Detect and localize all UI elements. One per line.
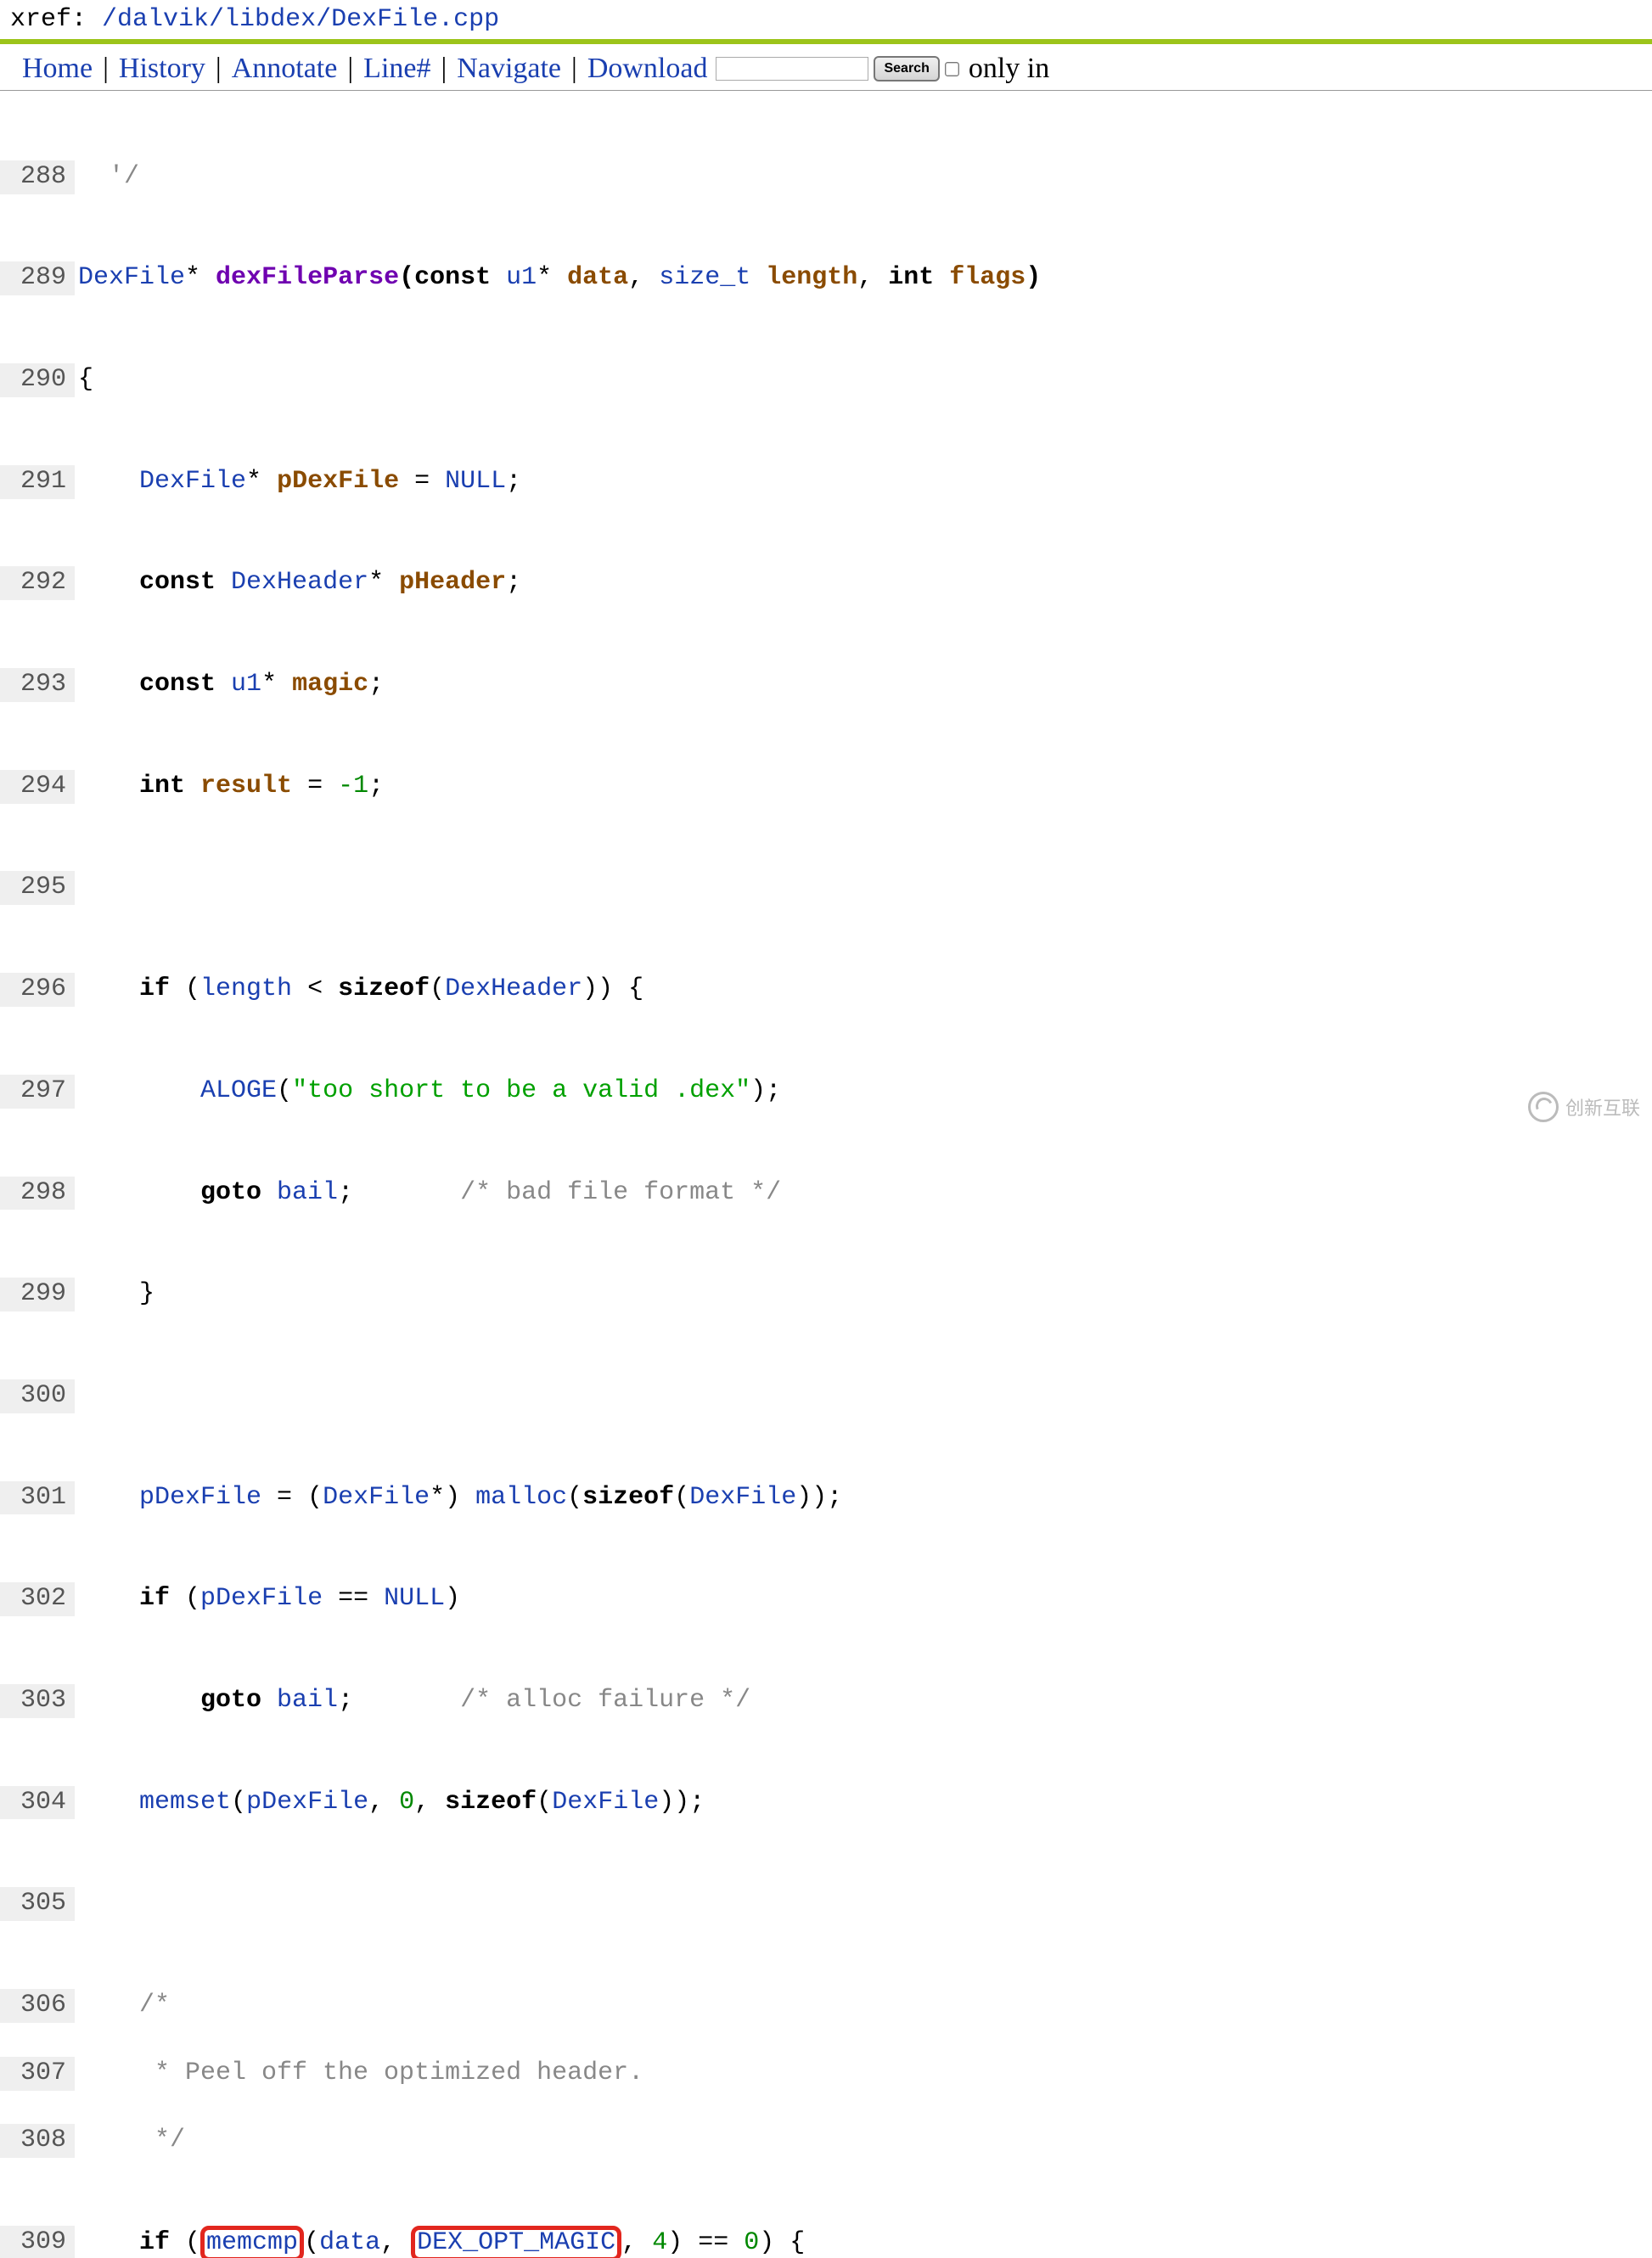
code-src [75, 1887, 78, 1921]
line-number[interactable]: 289 [0, 261, 75, 295]
line-number[interactable]: 302 [0, 1582, 75, 1616]
line-number[interactable]: 297 [0, 1075, 75, 1109]
code-src: const DexHeader* pHeader; [75, 566, 521, 600]
nav-download[interactable]: Download [587, 53, 708, 85]
nav-divider: | [347, 53, 353, 85]
code-line: 301 pDexFile = (DexFile*) malloc(sizeof(… [0, 1481, 1652, 1515]
code-line: 305 [0, 1887, 1652, 1921]
line-number[interactable]: 298 [0, 1177, 75, 1210]
line-number[interactable]: 292 [0, 566, 75, 600]
code-src: memset(pDexFile, 0, sizeof(DexFile)); [75, 1786, 705, 1820]
watermark-icon [1528, 1092, 1559, 1122]
line-number[interactable]: 288 [0, 160, 75, 194]
code-src [75, 1379, 78, 1413]
xref-header: xref: /dalvik/libdex/DexFile.cpp [0, 0, 1652, 36]
line-number[interactable]: 305 [0, 1887, 75, 1921]
only-in-checkbox[interactable] [945, 62, 959, 76]
code-line: 300 [0, 1379, 1652, 1413]
nav-annotate[interactable]: Annotate [232, 53, 338, 85]
code-line: 297 ALOGE("too short to be a valid .dex"… [0, 1075, 1652, 1109]
line-number[interactable]: 295 [0, 871, 75, 905]
code-src: int result = -1; [75, 770, 384, 804]
code-line: 288 '/ [0, 160, 1652, 194]
code-line: 293 const u1* magic; [0, 668, 1652, 702]
code-line: 299 } [0, 1278, 1652, 1312]
code-line: 290{ [0, 363, 1652, 397]
line-number[interactable]: 309 [0, 2226, 75, 2258]
line-number[interactable]: 290 [0, 363, 75, 397]
code-src: pDexFile = (DexFile*) malloc(sizeof(DexF… [75, 1481, 842, 1515]
code-line: 309 if (memcmp(data, DEX_OPT_MAGIC, 4) =… [0, 2226, 1652, 2258]
line-number[interactable]: 308 [0, 2124, 75, 2158]
watermark-text: 创新互联 [1565, 1093, 1640, 1121]
line-number[interactable]: 307 [0, 2057, 75, 2091]
highlight-memcmp: memcmp [200, 2226, 304, 2258]
line-number[interactable]: 303 [0, 1684, 75, 1718]
line-number[interactable]: 299 [0, 1278, 75, 1312]
code-line: 306 /* [0, 1989, 1652, 2023]
only-in-label: only in [969, 53, 1049, 85]
code-src: if (pDexFile == NULL) [75, 1582, 460, 1616]
line-number[interactable]: 300 [0, 1379, 75, 1413]
code-src: if (length < sizeof(DexHeader)) { [75, 973, 643, 1007]
code-line: 308 */ [0, 2124, 1652, 2158]
code-line: 289DexFile* dexFileParse(const u1* data,… [0, 261, 1652, 295]
code-line: 291 DexFile* pDexFile = NULL; [0, 465, 1652, 499]
code-src: } [75, 1278, 155, 1312]
nav-bar: Home | History | Annotate | Line# | Navi… [0, 44, 1652, 91]
code-block: 288 '/ 289DexFile* dexFileParse(const u1… [0, 91, 1652, 2258]
code-src: goto bail; /* alloc failure */ [75, 1684, 750, 1718]
nav-divider: | [441, 53, 447, 85]
code-src: goto bail; /* bad file format */ [75, 1177, 781, 1210]
line-number[interactable]: 291 [0, 465, 75, 499]
code-line: 302 if (pDexFile == NULL) [0, 1582, 1652, 1616]
code-src: /* [75, 1989, 170, 2023]
code-line: 304 memset(pDexFile, 0, sizeof(DexFile))… [0, 1786, 1652, 1820]
code-line: 296 if (length < sizeof(DexHeader)) { [0, 973, 1652, 1007]
line-number[interactable]: 306 [0, 1989, 75, 2023]
nav-line[interactable]: Line# [363, 53, 430, 85]
code-line: 295 [0, 871, 1652, 905]
nav-home[interactable]: Home [22, 53, 93, 85]
code-line: 294 int result = -1; [0, 770, 1652, 804]
nav-divider: | [103, 53, 109, 85]
code-src: DexFile* pDexFile = NULL; [75, 465, 521, 499]
highlight-dex-opt-magic: DEX_OPT_MAGIC [411, 2226, 621, 2258]
code-line: 298 goto bail; /* bad file format */ [0, 1177, 1652, 1210]
xref-path[interactable]: /dalvik/libdex/DexFile.cpp [102, 5, 499, 34]
line-number[interactable]: 296 [0, 973, 75, 1007]
code-src: if (memcmp(data, DEX_OPT_MAGIC, 4) == 0)… [75, 2226, 805, 2258]
code-src: { [75, 363, 93, 397]
watermark: 创新互联 [1528, 1092, 1640, 1122]
code-line: 303 goto bail; /* alloc failure */ [0, 1684, 1652, 1718]
nav-divider: | [216, 53, 222, 85]
nav-divider: | [571, 53, 577, 85]
nav-history[interactable]: History [119, 53, 205, 85]
code-src: const u1* magic; [75, 668, 384, 702]
code-src: ALOGE("too short to be a valid .dex"); [75, 1075, 781, 1109]
code-src: '/ [75, 160, 139, 194]
code-line: 307 * Peel off the optimized header. [0, 2057, 1652, 2091]
line-number[interactable]: 304 [0, 1786, 75, 1820]
code-src: * Peel off the optimized header. [75, 2057, 643, 2091]
xref-label: xref: [10, 5, 102, 34]
nav-navigate[interactable]: Navigate [457, 53, 561, 85]
code-line: 292 const DexHeader* pHeader; [0, 566, 1652, 600]
code-src: DexFile* dexFileParse(const u1* data, si… [75, 261, 1041, 295]
search-input[interactable] [716, 57, 868, 81]
line-number[interactable]: 301 [0, 1481, 75, 1515]
line-number[interactable]: 293 [0, 668, 75, 702]
line-number[interactable]: 294 [0, 770, 75, 804]
code-src [75, 871, 78, 905]
code-src: */ [75, 2124, 185, 2158]
search-button[interactable]: Search [874, 56, 939, 81]
